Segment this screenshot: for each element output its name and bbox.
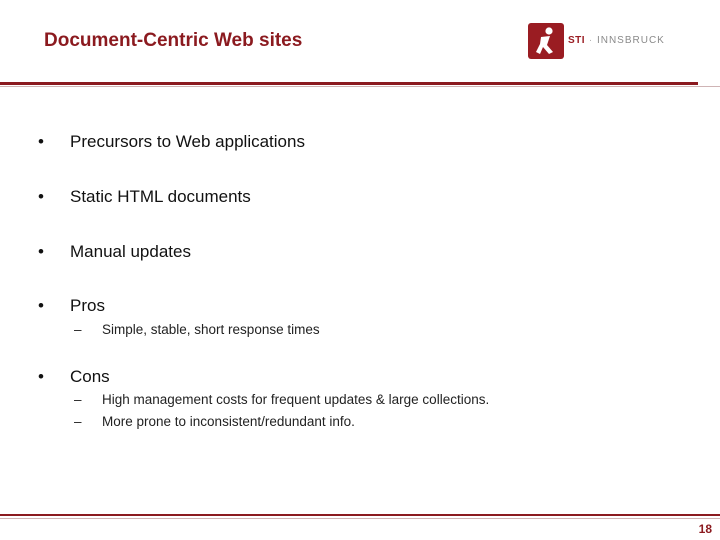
sub-bullet-marker: – <box>74 392 82 407</box>
footer-divider <box>0 514 720 516</box>
logo-separator: · <box>585 35 597 46</box>
logo-wordmark: STI · INNSBRUCK <box>568 35 665 46</box>
sub-bullet-text: High management costs for frequent updat… <box>102 392 490 407</box>
page-number: 18 <box>698 522 712 536</box>
bullet-text: Precursors to Web applications <box>70 132 305 151</box>
header-divider-thin <box>0 86 720 87</box>
header-divider <box>0 82 698 85</box>
slide-title: Document-Centric Web sites <box>44 30 303 51</box>
bullet-marker: • <box>38 132 44 151</box>
bullet-text: Static HTML documents <box>70 187 251 206</box>
bullet-text: Pros <box>70 296 105 315</box>
logo-city-text: INNSBRUCK <box>596 35 665 46</box>
sub-bullet-marker: – <box>74 414 82 429</box>
sub-bullet-text: More prone to inconsistent/redundant inf… <box>102 414 355 429</box>
sub-bullet-text: Simple, stable, short response times <box>102 322 320 337</box>
bullet-marker: • <box>38 242 44 261</box>
slide: Document-Centric Web sites STI · INNSBRU… <box>0 0 720 540</box>
logo-sti-text: STI <box>568 35 586 46</box>
bullet-text: Manual updates <box>70 242 191 261</box>
bullet-text: Cons <box>70 367 110 386</box>
sti-logo-icon <box>528 23 564 59</box>
bullet-marker: • <box>38 187 44 206</box>
bullet-marker: • <box>38 367 44 386</box>
bullet-marker: • <box>38 296 44 315</box>
footer-divider-thin <box>0 518 720 519</box>
sub-bullet-marker: – <box>74 322 82 337</box>
